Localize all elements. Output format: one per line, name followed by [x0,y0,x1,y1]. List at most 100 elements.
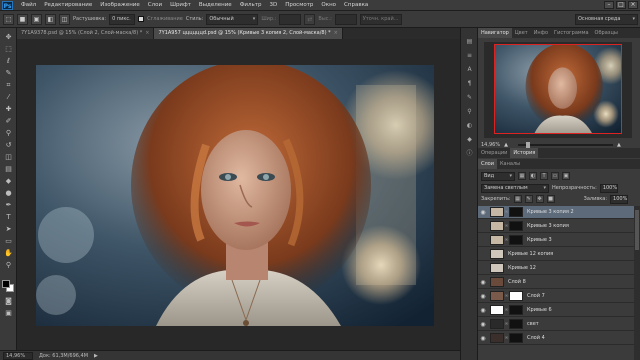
tab-swatches[interactable]: Образцы [592,28,621,38]
layer-mask-thumbnail[interactable] [509,319,523,329]
layer-thumbnail[interactable] [490,221,504,231]
menu-3d[interactable]: 3D [265,2,281,8]
layer-row[interactable]: ◉ ∞ Слой 7 [478,290,634,303]
zoom-in-icon[interactable]: ▲ [617,142,621,148]
marquee-tool-preset-icon[interactable]: ⬚ [3,13,14,25]
style-select[interactable]: Обычный ▾ [206,13,259,25]
status-menu-arrow-icon[interactable]: ▶ [94,353,98,359]
healing-icon[interactable]: ✚ [3,104,14,114]
navigator-zoom-slider[interactable] [517,141,613,148]
tab-color[interactable]: Цвет [512,28,531,38]
tab-info[interactable]: Инфо [531,28,551,38]
menu-view[interactable]: Просмотр [281,2,317,8]
height-input[interactable] [334,13,357,25]
layer-thumbnail[interactable] [490,333,504,343]
zoom-out-icon[interactable]: ▲ [504,142,508,148]
navigator-preview[interactable] [484,42,632,138]
layer-name[interactable]: Слой 8 [508,279,526,285]
menu-layers[interactable]: Слои [144,2,166,8]
filter-type-icon[interactable]: T [540,172,548,180]
layer-name[interactable]: Кривые 12 [508,265,536,271]
layer-name[interactable]: Кривые 3 копия 2 [527,209,574,215]
tab-history[interactable]: История [510,148,539,158]
lock-pixels-icon[interactable]: ✎ [524,195,533,203]
tab-layers[interactable]: Слои [478,159,497,169]
menu-file[interactable]: Файл [17,2,40,8]
intersect-selection-icon[interactable]: ◫ [59,13,70,25]
screen-mode-icon[interactable]: ▣ [3,308,14,318]
menu-type[interactable]: Шрифт [166,2,195,8]
close-icon[interactable]: × [334,28,338,39]
new-selection-icon[interactable]: ■ [17,13,28,25]
document-tab[interactable]: 7Y1A9378.psd @ 15% (Слой 2, Слой-маска/8… [17,28,155,39]
document-tab-active[interactable]: 7Y1A957 ццццццd.psd @ 15% (Кривые 3 копи… [154,28,343,39]
layer-mask-thumbnail[interactable] [509,305,523,315]
hand-icon[interactable]: ✋ [3,248,14,258]
tab-actions[interactable]: Операции [478,148,510,158]
eraser-icon[interactable]: ◫ [3,152,14,162]
menu-window[interactable]: Окно [317,2,340,8]
history-brush-icon[interactable]: ↺ [3,140,14,150]
character-panel-icon[interactable]: A [465,66,474,74]
filter-smart-icon[interactable]: ▣ [562,172,570,180]
layer-name[interactable]: Кривые 3 копия [527,223,569,229]
layer-name[interactable]: Слой 7 [527,293,545,299]
navigator-view-box[interactable] [494,44,622,134]
layer-mask-thumbnail[interactable] [509,333,523,343]
filter-shape-icon[interactable]: ▭ [551,172,559,180]
zoom-level-field[interactable]: 14,96% [3,351,33,360]
layers-scrollbar[interactable] [634,206,640,360]
adjustments-panel-icon[interactable]: ◐ [465,122,474,130]
visibility-eye-icon[interactable]: ◉ [478,321,488,328]
slider-handle[interactable] [525,141,530,148]
gradient-icon[interactable]: ▤ [3,164,14,174]
layer-thumbnail[interactable] [490,291,504,301]
maximize-button[interactable]: □ [616,1,626,9]
layer-filter-select[interactable]: Вид ▾ [481,171,515,181]
fill-input[interactable]: 100% [610,194,629,204]
layer-thumbnail[interactable] [490,207,504,217]
layer-row[interactable]: ∞ Кривые 3 копия [478,220,634,233]
layer-row[interactable]: ◉ ∞ Кривые 6 [478,304,634,317]
quick-mask-icon[interactable]: ◙ [3,296,14,306]
brush-panel-icon[interactable]: ✎ [465,94,474,102]
clone-stamp-icon[interactable]: ⚲ [3,128,14,138]
move-icon[interactable]: ✥ [3,32,14,42]
crop-icon[interactable]: ⌗ [3,80,14,90]
layer-row[interactable]: ◉ ∞ свет [478,318,634,331]
menu-select[interactable]: Выделение [195,2,236,8]
menu-filter[interactable]: Фильтр [236,2,266,8]
history-panel-icon[interactable]: ▤ [465,38,474,46]
layer-thumbnail[interactable] [490,277,504,287]
filter-pixel-icon[interactable]: ▦ [518,172,526,180]
layer-thumbnail[interactable] [490,249,504,259]
lock-all-icon[interactable]: ■ [546,195,555,203]
pen-icon[interactable]: ✒ [3,200,14,210]
layer-name[interactable]: Кривые 3 [527,237,552,243]
layer-row[interactable]: ◉ ∞ Слой 4 [478,332,634,345]
visibility-eye-icon[interactable]: ◉ [478,209,488,216]
filter-adjustment-icon[interactable]: ◐ [529,172,537,180]
zoom-icon[interactable]: ⚲ [3,260,14,270]
properties-panel-icon[interactable]: ≡ [465,52,474,60]
antialias-checkbox[interactable] [138,16,145,22]
layer-name[interactable]: Кривые 6 [527,307,552,313]
add-selection-icon[interactable]: ▣ [31,13,42,25]
shape-icon[interactable]: ▭ [3,236,14,246]
layer-mask-thumbnail[interactable] [509,235,523,245]
foreground-color-swatch[interactable] [2,280,10,288]
feather-input[interactable]: 0 пикс. [109,13,136,25]
tab-histogram[interactable]: Гистограмма [551,28,592,38]
visibility-eye-icon[interactable]: ◉ [478,335,488,342]
blend-mode-select[interactable]: Замена светлым ▾ [481,183,549,193]
path-select-icon[interactable]: ➤ [3,224,14,234]
visibility-eye-icon[interactable]: ◉ [478,279,488,286]
menu-help[interactable]: Справка [340,2,372,8]
layer-thumbnail[interactable] [490,305,504,315]
layer-row[interactable]: ∞ Кривые 3 [478,234,634,247]
swap-dimensions-icon[interactable]: ⇄ [304,13,316,25]
brush-icon[interactable]: ✐ [3,116,14,126]
refine-edge-button[interactable]: Уточн. край... [359,13,402,25]
scrollbar-thumb[interactable] [635,210,639,250]
dodge-icon[interactable]: ● [3,188,14,198]
